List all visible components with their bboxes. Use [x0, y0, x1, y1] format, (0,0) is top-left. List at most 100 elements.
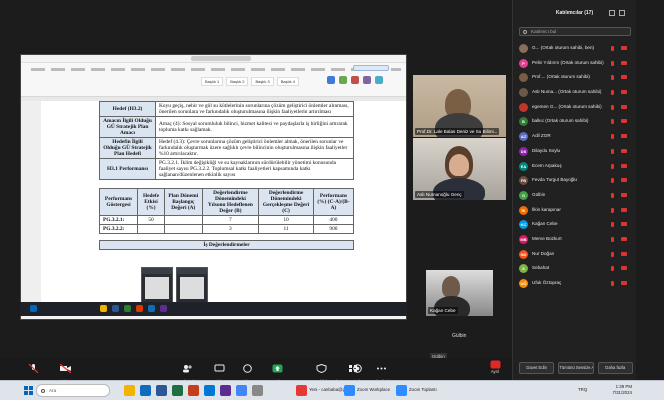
taskbar-app-label[interactable]: Yeni - canbaba@g... [309, 387, 349, 392]
language-indicator[interactable]: TRQ [578, 387, 587, 392]
participant-row[interactable]: FB Fevda Turgut Bayoğlu [517, 174, 633, 189]
zoom-workplace-icon [344, 385, 355, 396]
doc-row-text: PG.3.2.1. İklim değişikliği ve su kaynak… [155, 158, 354, 180]
participant-row[interactable]: MB Merve Bozkurt [517, 233, 633, 248]
style-option[interactable]: Başlık 3 [251, 77, 274, 86]
camera-off-icon [621, 178, 627, 183]
edge-icon[interactable] [140, 385, 151, 396]
perf-cell [163, 224, 203, 234]
perf-cell [137, 224, 165, 234]
leave-icon [490, 360, 500, 369]
participant-name: Pelin Yıldırım (Ortak oturum sahibi) [532, 59, 604, 65]
participant-row[interactable]: İK İlkin karapınar [517, 204, 633, 219]
participant-row[interactable]: egemen G... (Ortak oturum sahibi) [517, 101, 633, 116]
mic-muted-icon [611, 104, 614, 110]
start-button[interactable] [24, 386, 33, 395]
participant-row[interactable]: KC Kağan Cebe [517, 218, 633, 233]
perf-header: Plan Dönemi Başlangıç Değeri (A) [163, 188, 203, 216]
participant-name: İlkin karapınar [532, 206, 561, 212]
file-explorer-icon[interactable] [124, 385, 135, 396]
popout-icon[interactable] [609, 10, 615, 16]
perf-header: Performans (%) (C-A)/(B-A) [312, 188, 354, 216]
participant-row[interactable]: P Pelin Yıldırım (Ortak oturum sahibi) [517, 57, 633, 72]
video-tile-lale[interactable]: Prof.Dr. Lale Balas Deniz ve Su Bilimi..… [413, 75, 506, 137]
participant-name-gulbin: Gülbin [452, 333, 467, 339]
share-icon [272, 364, 282, 373]
style-option[interactable]: Başlık 1 [201, 77, 224, 86]
avatar [519, 44, 528, 53]
participant-row[interactable]: Bbalkıc (Ortak oturum sahibi) [517, 115, 633, 130]
mic-muted-icon [611, 222, 614, 228]
thumbnail[interactable] [176, 267, 208, 303]
shared-taskbar [20, 302, 407, 316]
style-option[interactable]: Başlık 2 [226, 77, 249, 86]
panel-more-button[interactable]: Daha fazla [597, 362, 633, 374]
zoom-meeting-label[interactable]: Zoom Toplantı [409, 387, 437, 392]
video-tile-asli[interactable]: Aslı Numanoğlu Genç [413, 138, 506, 200]
outlook-icon[interactable] [204, 385, 215, 396]
perf-cell: 50 [137, 215, 165, 225]
word-icon[interactable] [156, 385, 167, 396]
taskbar-search[interactable]: Ara [36, 384, 110, 397]
participant-row[interactable]: G... (Ortak oturum sahibi, ben) [517, 42, 633, 57]
participants-icon [182, 365, 192, 373]
perf-cell: 400 [312, 215, 354, 225]
perf-cell: PG.3.2.2: [99, 224, 139, 234]
perf-header: Performans Göstergesi [99, 188, 139, 216]
participant-row[interactable]: Prof.... (Ortak oturum sahibi) [517, 71, 633, 86]
participant-search-input[interactable]: Katılımcı bul [519, 27, 631, 36]
style-option[interactable]: Başlık 4 [276, 77, 299, 86]
teams-icon[interactable] [220, 385, 231, 396]
invite-button[interactable]: Davet Edin [519, 362, 555, 374]
participant-row[interactable]: DS Dilaydu Soylu [517, 145, 633, 160]
participant-row[interactable]: S Sebahat [517, 262, 633, 277]
perf-row: PG.3.2.2: 3 11 900 [99, 224, 354, 234]
doc-left-margin [21, 101, 41, 313]
participant-name: Ufuk Öztopraç [532, 280, 562, 285]
close-panel-icon[interactable] [619, 10, 625, 16]
camera-off-icon [621, 236, 627, 241]
participant-name: Gülbin [532, 191, 546, 197]
powerpoint-icon[interactable] [188, 385, 199, 396]
participant-row[interactable]: Aslı Numa... (Ortak oturum sahibi) [517, 86, 633, 101]
find-icon [327, 76, 335, 84]
more-icon [376, 367, 386, 370]
performance-table: Performans Göstergesi Hedefe Etkisi (%) Pl… [99, 188, 354, 234]
participant-name: Adil ZOR [532, 133, 551, 139]
mic-muted-icon [611, 178, 614, 184]
document-page: Hedef (H3.2) Koyu geçiş, nehir ve göl su … [99, 101, 354, 313]
zoom-workplace-label[interactable]: Zoom Workplace [357, 387, 390, 392]
participant-row[interactable]: EA Ecem Arpakuş [517, 160, 633, 175]
camera-off-icon [621, 192, 627, 197]
perf-cell: 7 [201, 215, 260, 225]
participant-list: G... (Ortak oturum sahibi, ben) P Pelin Yı… [517, 42, 633, 292]
smile-icon [242, 364, 252, 373]
participant-row[interactable]: AZ Adil ZOR [517, 130, 633, 145]
avatar: KC [519, 220, 528, 230]
clock[interactable]: 1:39 PM 7/31/2024 [592, 384, 632, 396]
chrome-icon[interactable] [236, 385, 247, 396]
doc-row: Hedefin İlgili Olduğu GÜ Stratejik Plan … [99, 137, 354, 159]
ribbon-icons [327, 76, 383, 84]
panel-title: Katılımcılar (17) [555, 10, 594, 16]
doc-row-text: Koyu geçiş, nehir ve göl su kütlelerinin… [155, 101, 354, 117]
zoom-meeting-icon [396, 385, 407, 396]
mic-muted-icon [611, 148, 614, 154]
share-button [353, 65, 389, 71]
zoom-window: Başlık 1 Başlık 2 Başlık 3 Başlık 4 Hedef (… [0, 0, 664, 400]
excel-icon[interactable] [172, 385, 183, 396]
participant-row[interactable]: UÖ Ufuk Öztopraç [517, 277, 633, 292]
avatar: ND [519, 249, 528, 259]
participant-row[interactable]: G Gülbin [517, 189, 633, 204]
leave-button[interactable]: Ayrıl [486, 360, 504, 374]
avatar: P [519, 58, 528, 68]
mic-muted-icon [611, 75, 614, 81]
thumbnail[interactable] [141, 267, 173, 303]
doc-row-label: Hedef (H3.2) [99, 101, 156, 117]
perf-header: Değerlendirme Dönemindeki Gerçekleşme De… [258, 188, 314, 216]
participant-row[interactable]: ND Nur Doğan [517, 248, 633, 263]
video-tile-kagan[interactable]: Kağan Cebe [426, 270, 493, 316]
app-icon[interactable] [252, 385, 263, 396]
mute-all-button[interactable]: Tümünü Sessize Al [558, 362, 594, 374]
meeting-toolbar: Ses Video Katılımcılar Sohbet Tepki ver … [0, 358, 512, 384]
